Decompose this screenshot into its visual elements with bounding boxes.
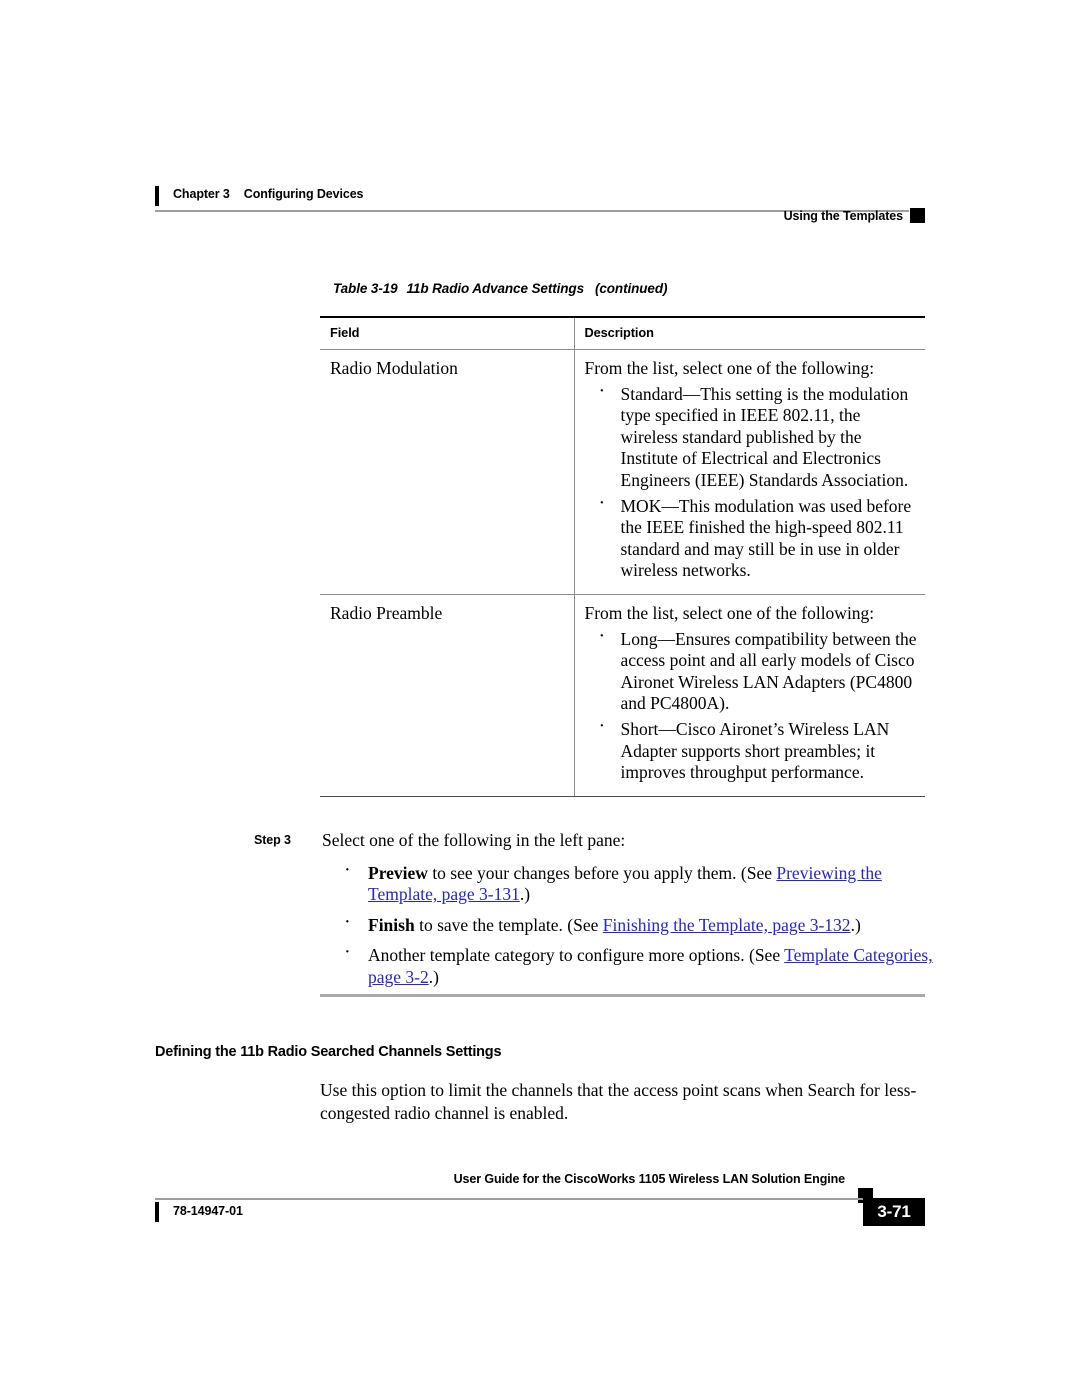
bullet-item: Short—Cisco Aironet’s Wireless LAN Adapt… [585,716,918,784]
row-field-radio-preamble: Radio Preamble [320,594,574,797]
option-bold-label: Finish [368,914,415,935]
option-tail: .) [850,914,861,935]
column-header-field: Field [320,316,574,350]
step-intro: Select one of the following in the left … [322,830,626,850]
description-lead: From the list, select one of the followi… [584,358,875,378]
footer-rule [155,1198,892,1200]
option-tail: .) [519,884,531,905]
table-caption-title: 11b Radio Advance Settings [406,281,585,296]
option-bold-label: Preview [368,862,428,883]
bullet-item: Long—Ensures compatibility between the a… [585,626,918,715]
running-head-label: Using the Templates [783,209,904,223]
header-chapter-number: Chapter 3 [173,187,230,201]
settings-table: Field Description Radio Modulation From … [320,316,925,797]
option-tail: .) [428,966,439,987]
option-text: to see your changes before you apply the… [427,862,777,883]
page-number-badge: 3-71 [863,1198,925,1226]
table-caption: Table 3-19 11b Radio Advance Settings (con… [333,281,667,296]
column-header-description: Description [573,316,925,350]
table-caption-continued: (continued) [594,281,668,296]
header-tick-mark [155,186,159,206]
step-label: Step 3 [254,833,291,847]
row-field-radio-modulation: Radio Modulation [320,349,574,595]
table-row: Radio Preamble From the list, select one… [320,594,925,797]
section-heading: Defining the 11b Radio Searched Channels… [155,1044,502,1060]
step-option-another-category: Another template category to configure m… [322,942,934,988]
xref-link-finishing-the-template[interactable]: Finishing the Template, page 3-132 [603,915,851,935]
step-options-list: Preview to see your changes before you a… [322,860,934,989]
step-body: Select one of the following in the left … [322,830,934,989]
table-row: Radio Modulation From the list, select o… [320,349,925,595]
option-text: to save the template. (See [414,914,603,935]
header-chapter: Chapter 3 Configuring Devices [173,187,364,201]
option-text: Another template category to configure m… [368,945,785,966]
page-footer: User Guide for the CiscoWorks 1105 Wirel… [155,1172,925,1230]
step-option-finish: Finish to save the template. (See Finish… [322,912,934,937]
description-bullet-list: Standard—This setting is the modulation … [585,381,918,582]
description-lead: From the list, select one of the followi… [584,602,875,623]
section-divider-rule [320,994,925,997]
footer-guide-title: User Guide for the CiscoWorks 1105 Wirel… [453,1172,845,1186]
step-option-preview: Preview to see your changes before you a… [322,860,934,906]
row-description-radio-preamble: From the list, select one of the followi… [573,594,925,797]
table-header-row: Field Description [320,316,925,350]
running-header: Chapter 3 Configuring Devices Using the T… [155,186,925,232]
footer-tick-mark [155,1202,159,1222]
document-page: Chapter 3 Configuring Devices Using the T… [0,0,1080,1397]
header-chapter-title: Configuring Devices [243,187,364,201]
description-bullet-list: Long—Ensures compatibility between the a… [585,626,918,784]
bullet-item: MOK—This modulation was used before the … [585,493,918,582]
table-caption-label: Table 3-19 [333,281,398,296]
step-block: Step 3 Select one of the following in th… [254,830,934,989]
section-body: Use this option to limit the channels th… [320,1079,928,1125]
header-square-marker [910,208,925,223]
section-body-paragraph: Use this option to limit the channels th… [320,1080,917,1123]
footer-document-number: 78-14947-01 [173,1204,243,1218]
row-description-radio-modulation: From the list, select one of the followi… [573,349,925,595]
bullet-item: Standard—This setting is the modulation … [585,381,918,492]
